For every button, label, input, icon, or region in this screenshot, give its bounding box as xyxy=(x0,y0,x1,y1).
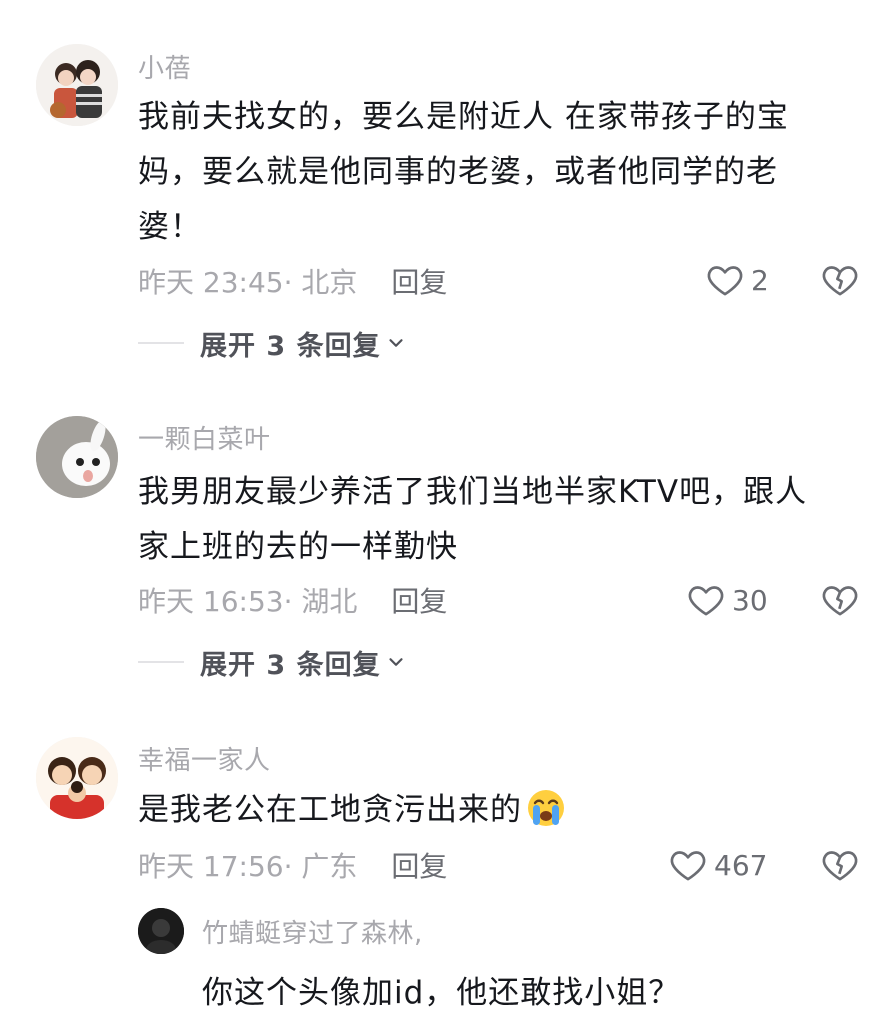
dark-avatar-icon xyxy=(138,908,184,954)
chevron-down-icon xyxy=(388,339,403,347)
dislike-button[interactable] xyxy=(820,580,860,620)
divider-line xyxy=(138,342,184,344)
comment-time-location: 昨天 23:45· 北京 xyxy=(138,266,358,299)
avatar[interactable] xyxy=(36,416,118,498)
like-count: 2 xyxy=(751,263,769,297)
comment-meta: 昨天 16:53· 湖北 回复 xyxy=(138,580,447,620)
crying-face-emoji-icon xyxy=(526,788,566,828)
divider-line xyxy=(138,661,184,663)
expand-replies[interactable]: 展开 3 条回复 xyxy=(138,642,407,682)
reply-button[interactable]: 回复 xyxy=(391,580,447,620)
reply-button[interactable]: 回复 xyxy=(391,261,447,301)
like-count: 30 xyxy=(732,583,768,617)
comment-text-line: 我男朋友最少养活了我们当地半家KTV吧，跟人 xyxy=(138,474,808,510)
comment-meta: 昨天 17:56· 广东 回复 xyxy=(138,845,447,885)
chevron-down-icon xyxy=(388,658,403,666)
reply-text: 你这个头像加id，他还敢找小姐？ xyxy=(202,975,681,1011)
heart-icon xyxy=(688,586,724,616)
reply-avatar[interactable] xyxy=(138,908,184,954)
like-button[interactable]: 30 xyxy=(686,578,768,622)
comment-time-location: 昨天 17:56· 广东 xyxy=(138,850,358,883)
comment-text: 我男朋友最少养活了我们当地半家KTV吧，跟人 家上班的去的一样勤快 xyxy=(138,465,838,575)
heart-icon xyxy=(670,851,706,881)
broken-heart-icon xyxy=(822,266,858,296)
rabbit-avatar-icon xyxy=(36,416,118,498)
comment-list: 小蓓 我前夫找女的，要么是附近人 在家带孩子的宝 妈，要么就是他同事的老婆，或者… xyxy=(0,0,896,1024)
avatar[interactable] xyxy=(36,737,118,819)
comment-text-line: 家上班的去的一样勤快 xyxy=(138,529,458,565)
like-button[interactable]: 2 xyxy=(705,258,769,302)
comment-meta: 昨天 23:45· 北京 回复 xyxy=(138,261,447,301)
expand-replies[interactable]: 展开 3 条回复 xyxy=(138,323,407,363)
comment-username[interactable]: 幸福一家人 xyxy=(138,740,271,777)
comment-text-line: 妈，要么就是他同事的老婆，或者他同学的老 xyxy=(138,154,778,190)
comment-text-line: 婆！ xyxy=(138,209,202,245)
comment-text-line: 是我老公在工地贪污出来的 xyxy=(138,783,838,838)
broken-heart-icon xyxy=(822,586,858,616)
comment-time-location: 昨天 16:53· 湖北 xyxy=(138,585,358,618)
reply-button[interactable]: 回复 xyxy=(391,845,447,885)
comment-text-line: 我前夫找女的，要么是附近人 在家带孩子的宝 xyxy=(138,99,789,135)
dislike-button[interactable] xyxy=(820,845,860,885)
like-count: 467 xyxy=(714,848,768,882)
comment-username[interactable]: 一颗白菜叶 xyxy=(138,419,271,456)
family-avatar-icon xyxy=(36,737,118,819)
comment-text: 我前夫找女的，要么是附近人 在家带孩子的宝 妈，要么就是他同事的老婆，或者他同学… xyxy=(138,90,838,255)
couple-avatar-icon xyxy=(36,44,118,126)
heart-icon xyxy=(707,266,743,296)
comment-text: 是我老公在工地贪污出来的 xyxy=(138,783,838,838)
broken-heart-icon xyxy=(822,851,858,881)
expand-replies-label: 展开 3 条回复 xyxy=(200,649,381,681)
comment-text-span: 是我老公在工地贪污出来的 xyxy=(138,792,522,828)
comment-username[interactable]: 小蓓 xyxy=(138,48,191,85)
avatar[interactable] xyxy=(36,44,118,126)
like-button[interactable]: 467 xyxy=(668,843,767,887)
expand-replies-label: 展开 3 条回复 xyxy=(200,330,381,362)
dislike-button[interactable] xyxy=(820,260,860,300)
reply-username[interactable]: 竹蜻蜓穿过了森林, xyxy=(202,913,423,950)
